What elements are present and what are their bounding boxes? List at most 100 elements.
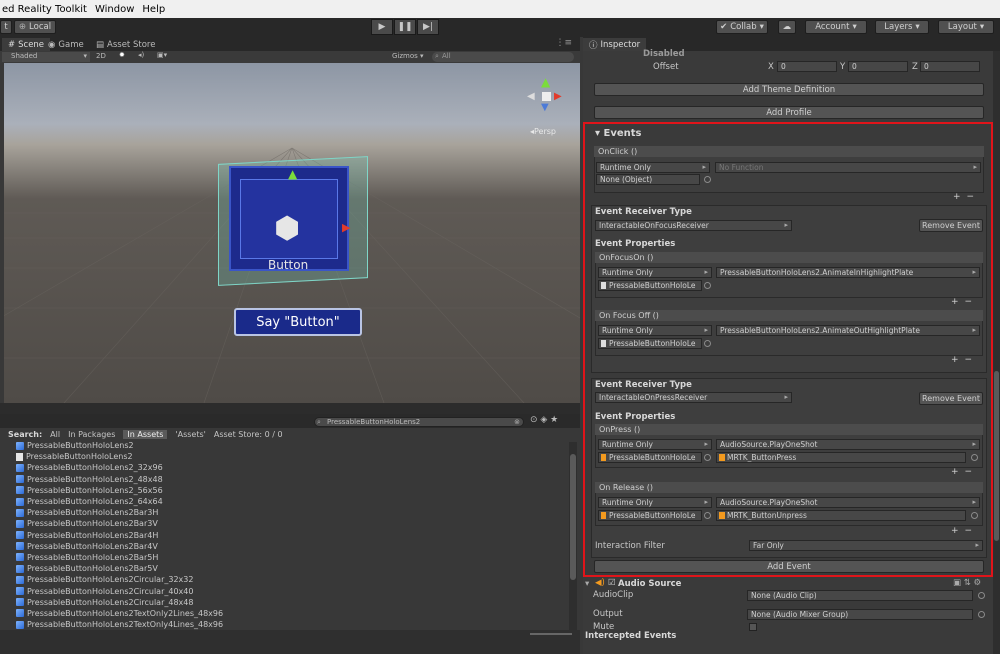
asset-list-item[interactable]: PressableButtonHoloLens2 <box>0 451 568 462</box>
onrelease-object-field[interactable]: PressableButtonHoloLe <box>598 510 702 521</box>
onfocusoff-runtime-dropdown[interactable]: Runtime Only <box>598 325 712 336</box>
offset-z-field[interactable]: 0 <box>920 61 980 72</box>
onpress-add-remove[interactable]: +− <box>951 467 978 477</box>
onpress-object-field[interactable]: PressableButtonHoloLe <box>598 452 702 463</box>
orientation-gizmo[interactable]: ▲ ◀ ▶ ▼ <box>524 75 572 119</box>
icon-size-slider[interactable] <box>530 633 572 635</box>
asset-list-item[interactable]: PressableButtonHoloLens2Bar3H <box>0 507 568 518</box>
add-profile-button[interactable]: Add Profile <box>594 106 984 119</box>
onpress-clip-field[interactable]: MRTK_ButtonPress <box>716 452 966 463</box>
receiver1-remove-button[interactable]: Remove Event <box>919 219 983 232</box>
onrelease-clip-field[interactable]: MRTK_ButtonUnpress <box>716 510 966 521</box>
onfocuson-runtime-dropdown[interactable]: Runtime Only <box>598 267 712 278</box>
object-picker-icon[interactable] <box>978 592 985 599</box>
mode-2d-toggle[interactable]: 2D <box>96 52 106 60</box>
mute-checkbox[interactable] <box>749 623 757 631</box>
scope-assets-folder[interactable]: 'Assets' <box>175 430 205 439</box>
onfocusoff-function-dropdown[interactable]: PressableButtonHoloLens2.AnimateOutHighl… <box>716 325 980 336</box>
offset-y-field[interactable]: 0 <box>848 61 908 72</box>
onclick-function-dropdown[interactable]: No Function <box>715 162 981 173</box>
cloud-button[interactable]: ☁ <box>778 20 796 34</box>
object-picker-icon[interactable] <box>978 611 985 618</box>
audioclip-field[interactable]: None (Audio Clip) <box>747 590 973 601</box>
onrelease-runtime-dropdown[interactable]: Runtime Only <box>598 497 712 508</box>
asset-list-item[interactable]: PressableButtonHoloLens2Bar5H <box>0 552 568 563</box>
onclick-add-remove[interactable]: +− <box>953 192 980 202</box>
inspector-scrollbar[interactable] <box>993 51 1000 654</box>
pause-button[interactable]: ❚❚ <box>394 19 416 35</box>
object-picker-icon[interactable] <box>704 454 711 461</box>
foldout-arrow-icon[interactable]: ▾ <box>585 579 589 589</box>
receiver2-remove-button[interactable]: Remove Event <box>919 392 983 405</box>
object-picker-icon[interactable] <box>704 282 711 289</box>
menu-item-window[interactable]: Window <box>95 4 134 15</box>
scope-in-packages[interactable]: In Packages <box>68 430 115 439</box>
asset-list-item[interactable]: PressableButtonHoloLens2_56x56 <box>0 485 568 496</box>
object-picker-icon[interactable] <box>704 512 711 519</box>
onpress-runtime-dropdown[interactable]: Runtime Only <box>598 439 712 450</box>
asset-list-item[interactable]: PressableButtonHoloLens2TextOnly2Lines_4… <box>0 608 568 619</box>
onpress-function-dropdown[interactable]: AudioSource.PlayOneShot <box>716 439 980 450</box>
tab-game[interactable]: ◉ Game <box>42 38 90 51</box>
shading-dropdown[interactable]: Shaded ▾ <box>2 52 90 62</box>
menu-item-help[interactable]: Help <box>142 4 165 15</box>
local-toggle[interactable]: ⊕ Local <box>14 20 56 34</box>
component-menu-icons[interactable]: ▣ ⇅ ⚙ <box>953 578 981 588</box>
audio-source-enabled-checkbox[interactable]: ☑ <box>608 578 616 588</box>
add-event-button[interactable]: Add Event <box>594 560 984 573</box>
asset-list-item[interactable]: PressableButtonHoloLens2_64x64 <box>0 496 568 507</box>
play-button[interactable]: ▶ <box>371 19 393 35</box>
onfocusoff-object-field[interactable]: PressableButtonHoloLe <box>598 338 702 349</box>
asset-list-item[interactable]: PressableButtonHoloLens2Circular_40x40 <box>0 585 568 596</box>
gizmo-y-cone-icon[interactable]: ▲ <box>541 75 550 89</box>
step-button[interactable]: ▶| <box>417 19 439 35</box>
object-picker-icon[interactable] <box>704 176 711 183</box>
onclick-runtime-dropdown[interactable]: Runtime Only <box>596 162 710 173</box>
scene-viewport[interactable]: ⬢ Button ▲ ▶ Say "Button" ▲ ◀ ▶ ▼ ◂Persp <box>4 63 580 403</box>
tab-inspector[interactable]: ⓘ Inspector <box>583 38 647 51</box>
clear-search-icon[interactable]: ⊗ <box>514 418 520 426</box>
asset-list-item[interactable]: PressableButtonHoloLens2 <box>0 440 568 451</box>
scope-all[interactable]: All <box>50 430 60 439</box>
account-dropdown[interactable]: Account ▾ <box>805 20 867 34</box>
collab-dropdown[interactable]: ✔ Collab ▾ <box>716 20 768 34</box>
gizmo-x-arrow-icon[interactable]: ▶ <box>342 221 350 234</box>
receiver1-type-dropdown[interactable]: InteractableOnFocusReceiver <box>595 220 792 231</box>
gizmo-z-cone-icon[interactable]: ▼ <box>541 102 549 113</box>
object-picker-icon[interactable] <box>704 340 711 347</box>
gizmos-dropdown[interactable]: Gizmos ▾ <box>392 52 428 62</box>
onrelease-function-dropdown[interactable]: AudioSource.PlayOneShot <box>716 497 980 508</box>
events-foldout[interactable]: ▾ Events <box>595 128 642 139</box>
menu-item-toolkit[interactable]: ed Reality Toolkit <box>2 4 87 15</box>
gizmo-x-cone-icon[interactable]: ▶ <box>554 91 562 102</box>
gizmo-neg-x-cone-icon[interactable]: ◀ <box>527 91 535 102</box>
gizmo-y-arrow-icon[interactable]: ▲ <box>288 167 297 181</box>
asset-list-item[interactable]: PressableButtonHoloLens2_48x48 <box>0 474 568 485</box>
asset-list-item[interactable]: PressableButtonHoloLens2TextOnly4Lines_4… <box>0 619 568 630</box>
onfocuson-object-field[interactable]: PressableButtonHoloLe <box>598 280 702 291</box>
onfocusoff-add-remove[interactable]: +− <box>951 355 978 365</box>
onfocuson-add-remove[interactable]: +− <box>951 297 978 307</box>
asset-list-item[interactable]: PressableButtonHoloLens2Bar4H <box>0 530 568 541</box>
lighting-icon[interactable]: ✹ <box>119 51 125 59</box>
asset-list-item[interactable]: PressableButtonHoloLens2Bar5V <box>0 563 568 574</box>
effects-icon[interactable]: ▣▾ <box>157 51 167 59</box>
tab-asset-store[interactable]: ▤ Asset Store <box>90 38 161 51</box>
offset-x-field[interactable]: 0 <box>777 61 837 72</box>
onrelease-add-remove[interactable]: +− <box>951 526 978 536</box>
onfocuson-function-dropdown[interactable]: PressableButtonHoloLens2.AnimateInHighli… <box>716 267 980 278</box>
asset-list-item[interactable]: PressableButtonHoloLens2Bar4V <box>0 541 568 552</box>
pivot-toggle[interactable]: t <box>0 20 12 34</box>
asset-list-item[interactable]: PressableButtonHoloLens2Bar3V <box>0 518 568 529</box>
scrollbar-thumb[interactable] <box>570 454 576 580</box>
interaction-filter-dropdown[interactable]: Far Only <box>749 540 983 551</box>
add-theme-definition-button[interactable]: Add Theme Definition <box>594 83 984 96</box>
asset-list-scrollbar[interactable] <box>569 442 577 632</box>
onclick-object-field[interactable]: None (Object) <box>596 174 700 185</box>
asset-list-item[interactable]: PressableButtonHoloLens2_32x96 <box>0 462 568 473</box>
scrollbar-thumb[interactable] <box>994 371 999 541</box>
tab-menu-icon[interactable]: ⋮≡ <box>555 38 572 48</box>
object-picker-icon[interactable] <box>971 512 978 519</box>
gizmo-center-icon[interactable] <box>542 92 551 101</box>
layout-dropdown[interactable]: Layout ▾ <box>938 20 994 34</box>
